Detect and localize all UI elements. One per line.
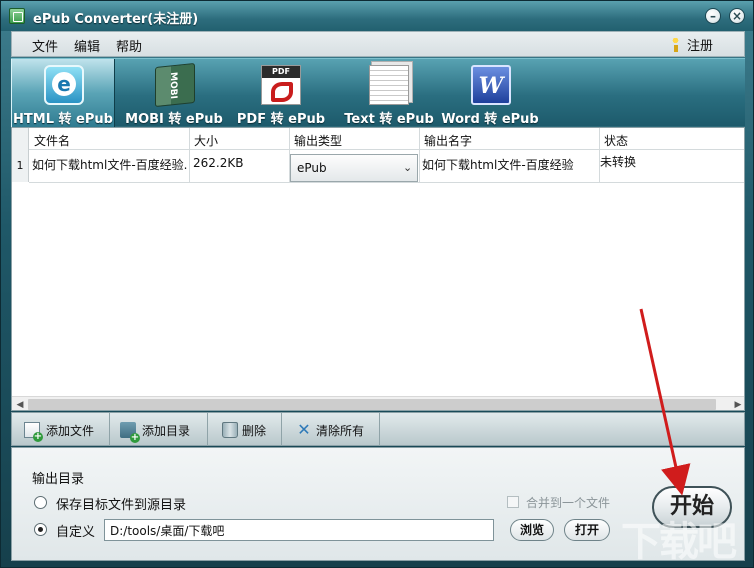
save-to-source-radio[interactable]	[34, 496, 47, 509]
app-window: ePub Converter(未注册) – × 文件 编辑 帮助 注册 e HT…	[0, 0, 754, 568]
cell-status: 未转换	[600, 155, 637, 169]
minimize-button[interactable]: –	[705, 8, 721, 24]
pdf-icon: PDF	[261, 65, 301, 105]
scroll-right-icon[interactable]: ▶	[732, 399, 744, 410]
horizontal-scrollbar[interactable]: ◀ ▶	[12, 396, 744, 410]
cell-size: 262.2KB	[193, 156, 244, 170]
mobi-book-icon: MOBI	[155, 62, 195, 108]
delete-label: 删除	[242, 424, 267, 438]
custom-path-label[interactable]: 自定义	[56, 521, 95, 540]
cell-output-name: 如何下载html文件-百度经验	[422, 158, 574, 172]
custom-path-radio[interactable]	[34, 523, 47, 536]
text-document-icon	[369, 65, 409, 105]
merge-files-label[interactable]: 合并到一个文件	[526, 494, 610, 511]
close-button[interactable]: ×	[729, 8, 745, 24]
register-button[interactable]: 注册	[670, 35, 713, 54]
add-directory-label: 添加目录	[142, 424, 191, 438]
column-header-output-name[interactable]: 输出名字	[424, 132, 472, 149]
scrollbar-thumb[interactable]	[28, 399, 716, 410]
add-file-button[interactable]: 添加文件	[12, 413, 110, 446]
output-path-input[interactable]	[104, 519, 494, 541]
mode-label: PDF 转 ePub	[236, 112, 326, 127]
column-header-type[interactable]: 输出类型	[294, 132, 342, 149]
mode-mobi-to-epub[interactable]: MOBI MOBI 转 ePub	[119, 59, 229, 127]
output-type-value: ePub	[297, 161, 327, 175]
browse-button[interactable]: 浏览	[510, 519, 554, 541]
window-title: ePub Converter(未注册)	[33, 12, 199, 27]
add-folder-icon	[120, 422, 140, 443]
open-folder-button[interactable]: 打开	[564, 519, 610, 541]
row-divider	[29, 182, 744, 183]
menu-help[interactable]: 帮助	[116, 36, 142, 55]
row-number: 1	[12, 150, 29, 182]
menu-bar: 文件 编辑 帮助 注册	[11, 31, 745, 57]
delete-button[interactable]: 删除	[208, 413, 282, 446]
clear-all-label: 清除所有	[316, 424, 365, 438]
column-header-status[interactable]: 状态	[604, 132, 628, 149]
mode-html-to-epub[interactable]: e HTML 转 ePub	[11, 59, 115, 127]
html-icon: e	[44, 65, 84, 105]
watermark-logo: 下载吧	[621, 519, 737, 565]
column-divider	[189, 128, 190, 182]
column-header-size[interactable]: 大小	[194, 132, 218, 149]
clear-all-button[interactable]: ✕ 清除所有	[282, 413, 380, 446]
mode-pdf-to-epub[interactable]: PDF PDF 转 ePub	[229, 59, 333, 127]
app-logo-icon	[9, 8, 25, 24]
table-header: 文件名 大小 输出类型 输出名字 状态	[12, 128, 744, 150]
file-action-bar: 添加文件 添加目录 删除 ✕ 清除所有	[11, 412, 745, 446]
save-to-source-label[interactable]: 保存目标文件到源目录	[56, 494, 186, 513]
mode-label: HTML 转 ePub	[13, 112, 113, 127]
menu-edit[interactable]: 编辑	[74, 36, 100, 55]
mode-word-to-epub[interactable]: W Word 转 ePub	[435, 59, 545, 127]
cell-file-name: 如何下载html文件-百度经验.l	[32, 158, 188, 172]
key-icon	[670, 38, 681, 52]
clear-x-icon: ✕	[297, 420, 311, 439]
add-file-label: 添加文件	[46, 424, 95, 438]
conversion-mode-toolbar: e HTML 转 ePub MOBI MOBI 转 ePub PDF PDF 转…	[11, 58, 745, 127]
file-table[interactable]: 文件名 大小 输出类型 输出名字 状态 1 如何下载html文件-百度经验.l …	[11, 127, 745, 411]
column-header-name[interactable]: 文件名	[34, 132, 70, 149]
chevron-down-icon: ⌄	[403, 161, 413, 174]
word-icon: W	[471, 65, 511, 105]
mode-label: Word 转 ePub	[441, 112, 539, 127]
mode-label: Text 转 ePub	[344, 112, 434, 127]
merge-files-checkbox[interactable]	[507, 496, 519, 508]
add-directory-button[interactable]: 添加目录	[110, 413, 208, 446]
add-file-icon	[24, 422, 43, 442]
trash-icon	[222, 422, 238, 438]
column-divider	[419, 128, 420, 182]
scroll-left-icon[interactable]: ◀	[14, 399, 26, 410]
output-type-select[interactable]: ePub ⌄	[290, 154, 418, 182]
row-header-corner	[12, 128, 29, 150]
title-bar: ePub Converter(未注册) – ×	[1, 1, 753, 31]
mode-label: MOBI 转 ePub	[125, 112, 223, 127]
output-directory-title: 输出目录	[32, 472, 85, 487]
menu-file[interactable]: 文件	[32, 36, 58, 55]
mode-text-to-epub[interactable]: Text 转 ePub	[333, 59, 445, 127]
register-label: 注册	[687, 39, 714, 54]
